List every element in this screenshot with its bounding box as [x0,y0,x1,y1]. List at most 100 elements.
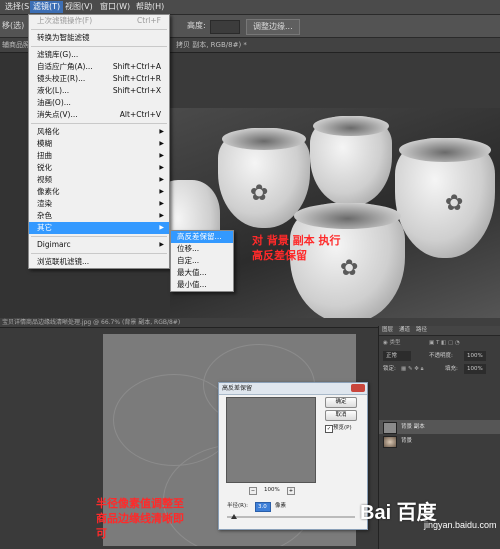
lock-label: 锁定: [383,366,396,372]
layer-row[interactable]: 背景 [379,434,500,448]
zoom-value: 100% [264,487,280,493]
other-submenu-item[interactable]: 自定... [171,255,233,267]
filter-menu-item[interactable]: 转换为智能滤镜 [29,32,169,44]
document-tab-left[interactable]: 辅商品照 [2,38,30,52]
submenu-arrow-icon: ▶ [159,188,164,195]
filter-menu-item[interactable]: 扭曲 ▶ [29,150,169,162]
other-submenu-item[interactable]: 最大值... [171,267,233,279]
menu-window[interactable]: 窗口(W) [97,1,133,13]
filter-menu-item[interactable]: 模糊 ▶ [29,138,169,150]
lock-icons[interactable]: ▦ ✎ ✥ 🔒︎ [401,364,424,374]
filter-menu-item[interactable]: 其它 ▶ [29,222,169,234]
filter-kind-icon[interactable]: ◉ 类型 [383,338,401,348]
annotation-top-line1: 对 背景 副本 执行 [252,234,341,247]
submenu-arrow-icon: ▶ [159,200,164,207]
submenu-arrow-icon: ▶ [159,176,164,183]
cancel-button[interactable]: 取消 [325,410,357,421]
menu-help[interactable]: 帮助(H) [133,1,167,13]
menu-item-label: 模糊 [37,139,52,148]
layer-thumbnail [383,436,397,448]
filter-menu: 上次滤镜操作(F) Ctrl+F 转换为智能滤镜 滤镜库(G)... 自适应广角(A).… [28,14,170,269]
radius-input[interactable]: 3.0 [255,502,271,512]
menu-item-label: 液化(L)... [37,86,70,95]
zoom-in-button[interactable]: + [287,487,295,495]
menu-item-label: 油画(O)... [37,98,71,107]
document-tab-right[interactable]: 拷贝 副本, RGB/8#) * [176,38,247,52]
ok-button[interactable]: 确定 [325,397,357,408]
filter-menu-item[interactable]: 自适应广角(A)... Shift+Ctrl+A [29,61,169,73]
filter-menu-item[interactable]: 浏览联机滤镜... [29,256,169,268]
blend-row: 正常 不透明度: 100% [379,351,500,361]
menu-item-label: 滤镜库(G)... [37,50,79,59]
filter-menu-item[interactable]: 视频 ▶ [29,174,169,186]
blend-mode-select[interactable]: 正常 [383,351,412,361]
cup-rim [399,138,491,162]
filter-menu-item[interactable]: 像素化 ▶ [29,186,169,198]
menu-item-label: 锐化 [37,163,52,172]
filter-menu-item[interactable]: 风格化 ▶ [29,126,169,138]
layer-row[interactable]: 背景 副本 [379,420,500,434]
fill-label: 填充: [445,366,458,372]
filter-menu-item: 上次滤镜操作(F) Ctrl+F [29,15,169,27]
other-submenu-item[interactable]: 最小值... [171,279,233,291]
preview-checkbox[interactable]: ✓ [325,425,333,433]
menu-separator [31,236,167,237]
menu-item-label: 自适应广角(A)... [37,62,93,71]
tab-channels[interactable]: 通道 [399,326,410,335]
menu-separator [31,46,167,47]
dialog-preview-area[interactable] [226,397,316,483]
menu-separator [31,123,167,124]
filter-menu-item[interactable]: 锐化 ▶ [29,162,169,174]
menu-item-label: 其它 [37,223,52,232]
menu-item-label: 像素化 [37,187,60,196]
filter-menu-item[interactable]: 消失点(V)... Alt+Ctrl+V [29,109,169,121]
filter-menu-item[interactable]: 油画(O)... [29,97,169,109]
tab-paths[interactable]: 路径 [416,326,427,335]
tab-layers[interactable]: 图层 [382,326,393,335]
filter-menu-item[interactable]: 杂色 ▶ [29,210,169,222]
submenu-arrow-icon: ▶ [159,128,164,135]
radius-slider-handle[interactable] [231,514,237,519]
layers-panel-tabs: 图层 通道 路径 [379,326,500,336]
height-field[interactable] [210,20,240,34]
menu-item-label: 杂色 [37,211,52,220]
menu-view[interactable]: 视图(V) [62,1,96,13]
fill-field[interactable]: 100% [464,364,486,374]
menu-item-shortcut: Shift+Ctrl+R [112,74,161,83]
submenu-arrow-icon: ▶ [159,164,164,171]
filter-icons[interactable]: ▣ T ◧ ▢ ◔ [429,338,460,348]
menu-item-label: 扭曲 [37,151,52,160]
baidu-url: jingyan.baidu.com [424,520,497,530]
options-label: 移(选) [2,21,25,30]
menu-item-shortcut: Shift+Ctrl+A [112,62,161,71]
baidu-watermark: Bai 百度 jingyan.baidu.com [360,496,498,530]
opacity-field[interactable]: 100% [464,351,486,361]
close-icon[interactable] [351,384,365,392]
menu-item-shortcut: Ctrl+F [137,16,161,25]
menu-separator [31,253,167,254]
other-submenu-item[interactable]: 高反差保留... [171,231,233,243]
layer-filter-row: ◉ 类型 ▣ T ◧ ▢ ◔ [379,338,500,348]
menu-filter[interactable]: 滤镜(T) [30,1,64,13]
zoom-out-button[interactable]: − [249,487,257,495]
filter-menu-item[interactable]: 滤镜库(G)... [29,49,169,61]
menu-item-label: Digimarc [37,240,71,249]
cup-rim [222,128,306,150]
opacity-label: 不透明度: [429,353,453,359]
menu-item-label: 转换为智能滤镜 [37,33,90,42]
filter-menu-item[interactable]: 渲染 ▶ [29,198,169,210]
adjust-edge-button[interactable]: 调整边缘... [246,19,300,35]
radius-slider-track[interactable] [227,516,355,518]
other-submenu-item[interactable]: 位移... [171,243,233,255]
layer-thumbnail [383,422,397,434]
top-screenshot: 选择(S) 滤镜(T) 视图(V) 窗口(W) 帮助(H) 移(选) 高度: 调… [0,0,500,318]
menu-item-shortcut: Alt+Ctrl+V [119,110,161,119]
radius-unit: 像素 [275,503,287,509]
menu-item-label: 风格化 [37,127,60,136]
flower-pattern-icon: ✿ [250,181,269,206]
filter-menu-item[interactable]: 镜头校正(R)... Shift+Ctrl+R [29,73,169,85]
annotation-bottom-line2: 商品边缘线清晰即 [96,512,184,525]
filter-menu-item[interactable]: 液化(L)... Shift+Ctrl+X [29,85,169,97]
menu-item-label: 视频 [37,175,52,184]
filter-menu-item[interactable]: Digimarc ▶ [29,239,169,251]
